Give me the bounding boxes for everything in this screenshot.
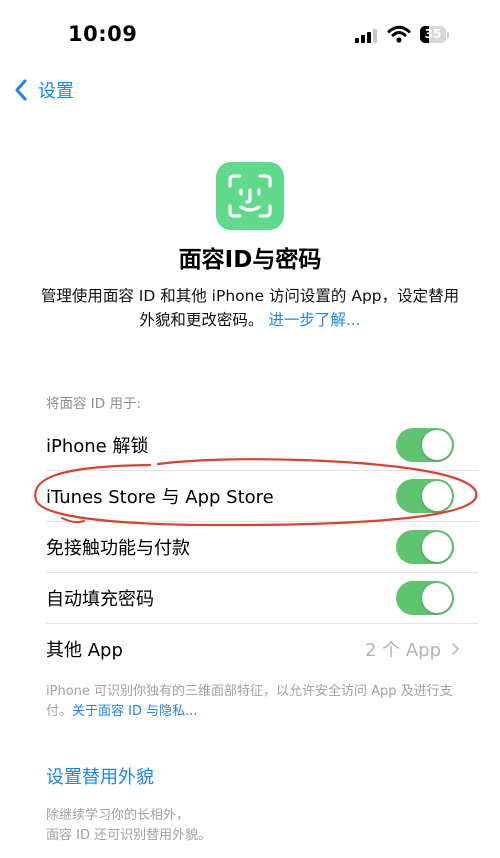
battery-level: 35 xyxy=(424,27,442,41)
face-id-icon xyxy=(216,162,284,230)
chevron-left-icon xyxy=(15,79,27,101)
back-label: 设置 xyxy=(38,81,74,102)
row-label: 自动填充密码 xyxy=(46,589,154,610)
cellular-signal-icon xyxy=(355,29,377,43)
contactless-payments-toggle[interactable] xyxy=(396,530,454,564)
iphone-unlock-row: iPhone 解锁 xyxy=(46,420,454,470)
row-label: iTunes Store 与 App Store xyxy=(46,487,274,508)
autofill-passwords-toggle[interactable] xyxy=(396,581,454,615)
description-text: 管理使用面容 ID 和其他 iPhone 访问设置的 App，设定替用外貌和更改… xyxy=(40,287,460,329)
page-title: 面容ID与密码 xyxy=(178,247,322,273)
itunes-app-store-toggle[interactable] xyxy=(396,479,454,513)
row-label: 其他 App xyxy=(46,640,123,661)
itunes-app-store-row: iTunes Store 与 App Store xyxy=(46,471,454,521)
learn-more-link[interactable]: 进一步了解... xyxy=(268,311,360,329)
back-button[interactable]: 设置 xyxy=(14,76,74,104)
row-label: 免接触功能与付款 xyxy=(46,538,190,559)
other-apps-value: 2 个 App xyxy=(365,636,460,662)
status-time: 10:09 xyxy=(68,22,138,46)
iphone-unlock-toggle[interactable] xyxy=(396,428,454,462)
privacy-footnote: iPhone 可识别你独有的三维面部特征，以允许安全访问 App 及进行支付。关… xyxy=(46,682,466,722)
alternate-footnote-line1: 除继续学习你的长相外， xyxy=(46,808,190,823)
autofill-passwords-row: 自动填充密码 xyxy=(46,573,454,623)
set-up-alternate-appearance-link[interactable]: 设置替用外貌 xyxy=(46,763,154,789)
other-apps-row[interactable]: 其他 App 2 个 App xyxy=(46,624,460,674)
other-apps-count: 2 个 App xyxy=(364,640,441,661)
page-description: 管理使用面容 ID 和其他 iPhone 访问设置的 App，设定替用外貌和更改… xyxy=(40,284,460,332)
alternate-footnote: 除继续学习你的长相外， 面容 ID 还可识别替用外貌。 xyxy=(46,806,466,846)
section-header: 将面容 ID 用于: xyxy=(46,396,142,412)
row-label: iPhone 解锁 xyxy=(46,436,149,457)
privacy-link[interactable]: 关于面容 ID 与隐私... xyxy=(72,704,198,719)
wifi-icon xyxy=(387,25,411,43)
alternate-footnote-line2: 面容 ID 还可识别替用外貌。 xyxy=(46,828,212,843)
chevron-right-icon xyxy=(452,643,459,655)
contactless-payments-row: 免接触功能与付款 xyxy=(46,522,454,572)
battery-icon: 35 xyxy=(420,26,450,44)
